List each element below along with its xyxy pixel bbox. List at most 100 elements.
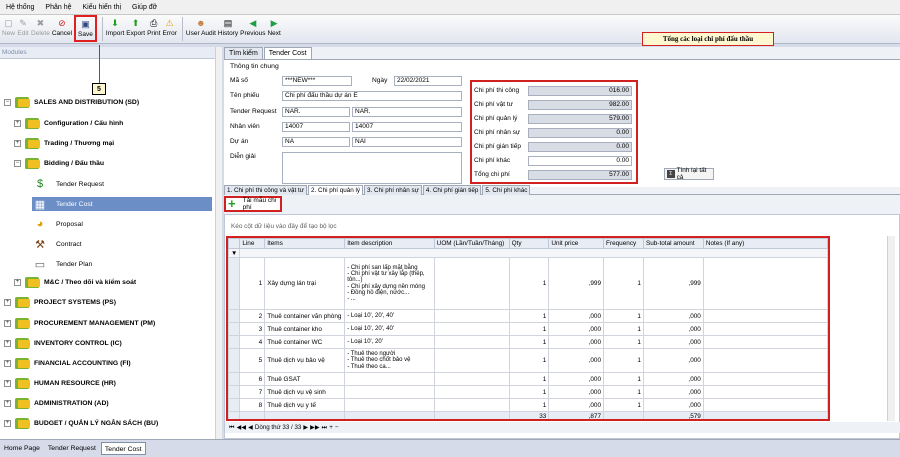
cell-notes[interactable] xyxy=(702,372,828,386)
expand-icon[interactable]: + xyxy=(14,279,21,286)
tab-cost-personnel[interactable]: 3. Chi phí nhân sự xyxy=(364,185,422,195)
tree-item-tender-request[interactable]: $ Tender Request xyxy=(32,177,104,191)
expand-icon[interactable]: + xyxy=(4,400,11,407)
tree-item-proposal[interactable]: ◕ Proposal xyxy=(32,217,83,231)
user-audit-button[interactable]: ☻ User Audit xyxy=(186,15,216,42)
bottom-tab-tender-request[interactable]: Tender Request xyxy=(45,442,99,455)
cell-description[interactable] xyxy=(344,398,435,412)
cell-subtotal[interactable]: ,999 xyxy=(642,257,704,310)
cell-unit-price[interactable]: ,000 xyxy=(548,335,605,349)
collapse-icon[interactable]: − xyxy=(4,99,11,106)
cell-item[interactable]: Xây dựng lán trại xyxy=(264,257,346,310)
table-row[interactable]: 3 Thuê container kho - Loại 10', 20', 40' 1… xyxy=(228,322,828,336)
table-row[interactable]: 5 Thuê dịch vụ bảo vệ - Thuê theo người - … xyxy=(228,348,828,373)
cell-unit-price[interactable]: ,000 xyxy=(548,309,605,323)
next-page-icon[interactable]: ▶▶ xyxy=(310,424,320,431)
cell-frequency[interactable]: 1 xyxy=(603,257,644,310)
delete-record-icon[interactable]: − xyxy=(335,424,339,431)
export-button[interactable]: ⬆ Export xyxy=(126,15,145,42)
tab-tim-kiem[interactable]: Tìm kiếm xyxy=(224,47,263,59)
col-header-unit-price[interactable]: Unit price xyxy=(548,238,605,249)
tree-item-ad[interactable]: + ADMINISTRATION (AD) xyxy=(4,398,109,409)
row-selector[interactable] xyxy=(228,322,241,336)
load-template-button[interactable]: + Tải mẫu chi phí xyxy=(224,196,282,212)
cell-notes[interactable] xyxy=(702,348,828,373)
edit-button[interactable]: ✎ Edit xyxy=(17,15,29,42)
tab-cost-other[interactable]: 5. Chi phí khác xyxy=(482,185,531,195)
row-selector[interactable] xyxy=(228,348,241,373)
grid-scrollbar[interactable] xyxy=(887,236,895,421)
cell-qty[interactable]: 1 xyxy=(508,257,550,310)
cell-line[interactable]: 7 xyxy=(239,385,266,399)
cost-other-field[interactable]: 0.00 xyxy=(528,155,632,166)
col-header-frequency[interactable]: Frequency xyxy=(603,238,644,249)
bottom-tab-tender-cost[interactable]: Tender Cost xyxy=(100,442,146,455)
tree-item-ps[interactable]: + PROJECT SYSTEMS (PS) xyxy=(4,297,116,308)
collapse-icon[interactable]: − xyxy=(14,160,21,167)
cell-qty[interactable]: 1 xyxy=(508,348,550,373)
cell-line[interactable]: 2 xyxy=(239,309,266,323)
prev-page-icon[interactable]: ◀◀ xyxy=(237,424,247,431)
cell-unit-price[interactable]: ,000 xyxy=(548,372,605,386)
cell-item[interactable]: Thuê dịch vụ vệ sinh xyxy=(264,385,346,399)
cell-unit-price[interactable]: ,000 xyxy=(548,348,605,373)
tab-cost-indirect[interactable]: 4. Chi phí gián tiếp xyxy=(422,185,482,195)
tree-item-bidding[interactable]: − Bidding / Đấu thầu xyxy=(14,158,104,169)
prev-record-icon[interactable]: ◀ xyxy=(248,424,253,431)
new-button[interactable]: ▢ New xyxy=(2,15,15,42)
tab-cost-construction[interactable]: 1. Chi phí thi công và vật tư xyxy=(224,185,308,195)
cell-description[interactable] xyxy=(344,385,435,399)
cell-uom[interactable] xyxy=(433,309,510,323)
row-selector[interactable] xyxy=(228,335,241,349)
cell-item[interactable]: Thuê dịch vụ y tế xyxy=(264,398,346,412)
cell-unit-price[interactable]: ,999 xyxy=(548,257,605,310)
cell-subtotal[interactable]: ,000 xyxy=(642,309,704,323)
cell-uom[interactable] xyxy=(433,398,510,412)
cell-uom[interactable] xyxy=(433,385,510,399)
cell-uom[interactable] xyxy=(433,348,510,373)
col-header-subtotal[interactable]: Sub-total amount xyxy=(642,238,704,249)
cell-frequency[interactable]: 1 xyxy=(603,398,644,412)
col-header-line[interactable]: Line xyxy=(239,238,266,249)
nhan-vien-code[interactable]: 14007 xyxy=(282,122,350,132)
print-button[interactable]: ⎙ Print xyxy=(147,15,160,42)
save-button[interactable]: ▣ Save xyxy=(74,15,97,42)
cell-subtotal[interactable]: ,000 xyxy=(642,322,704,336)
cell-frequency[interactable]: 1 xyxy=(603,385,644,399)
ngay-field[interactable]: 22/02/2021 xyxy=(394,76,462,86)
col-header-uom[interactable]: UOM (Lần/Tuần/Tháng) xyxy=(433,238,510,249)
row-selector[interactable] xyxy=(228,398,241,412)
cell-notes[interactable] xyxy=(702,322,828,336)
table-row[interactable]: 4 Thuê container WC - Loại 10', 20' 1,000 1,… xyxy=(228,335,828,349)
tender-request-code[interactable]: NAR. xyxy=(282,107,350,117)
expand-icon[interactable]: + xyxy=(4,340,11,347)
cell-qty[interactable]: 1 xyxy=(508,309,550,323)
cell-uom[interactable] xyxy=(433,322,510,336)
cell-description[interactable]: - Chi phí san lấp mặt bằng - Chi phí vật… xyxy=(344,257,435,310)
cell-description[interactable]: - Loại 10', 20' xyxy=(344,335,435,349)
cell-line[interactable]: 8 xyxy=(239,398,266,412)
menu-phan-he[interactable]: Phân hệ xyxy=(45,4,71,11)
last-record-icon[interactable]: ⏭ xyxy=(322,424,328,432)
tab-cost-management[interactable]: 2. Chi phí quản lý xyxy=(308,185,364,195)
history-button[interactable]: ▤ History xyxy=(218,15,238,42)
ma-so-field[interactable]: ***NEW*** xyxy=(282,76,352,86)
cell-subtotal[interactable]: ,000 xyxy=(642,398,704,412)
tree-item-ic[interactable]: + INVENTORY CONTROL (IC) xyxy=(4,338,122,349)
cell-frequency[interactable]: 1 xyxy=(603,322,644,336)
cell-notes[interactable] xyxy=(702,335,828,349)
cell-subtotal[interactable]: ,000 xyxy=(642,372,704,386)
cell-notes[interactable] xyxy=(702,385,828,399)
col-header-qty[interactable]: Qty xyxy=(508,238,550,249)
cell-qty[interactable]: 1 xyxy=(508,385,550,399)
cell-line[interactable]: 4 xyxy=(239,335,266,349)
expand-icon[interactable]: + xyxy=(4,299,11,306)
cell-subtotal[interactable]: ,000 xyxy=(642,348,704,373)
expand-icon[interactable]: + xyxy=(14,120,21,127)
menu-giup-do[interactable]: Giúp đỡ xyxy=(132,4,157,11)
tree-item-tender-cost[interactable]: ▦ Tender Cost xyxy=(32,197,212,211)
nhan-vien-name[interactable]: 14007 xyxy=(352,122,462,132)
dien-giai-field[interactable] xyxy=(282,152,462,184)
cell-line[interactable]: 6 xyxy=(239,372,266,386)
cell-description[interactable]: - Loại 10', 20', 40' xyxy=(344,322,435,336)
